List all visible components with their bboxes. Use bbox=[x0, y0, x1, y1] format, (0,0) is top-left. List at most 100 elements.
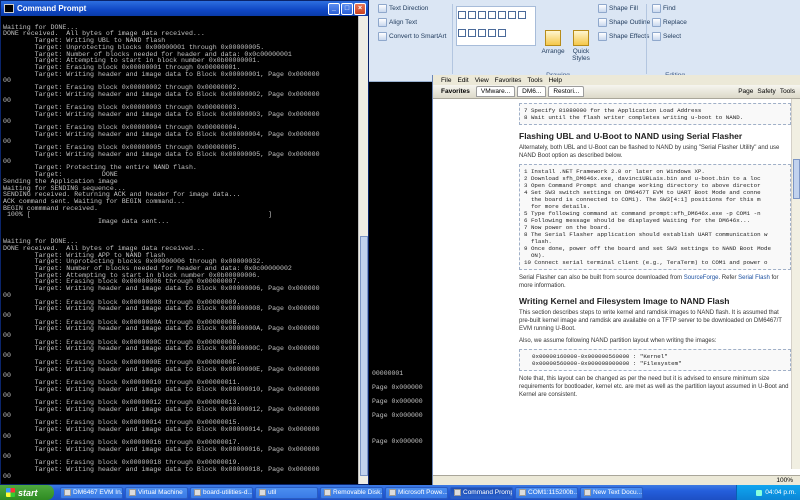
align-text-button[interactable]: Align Text bbox=[378, 18, 417, 27]
app-icon bbox=[389, 489, 396, 496]
shape-icon[interactable] bbox=[488, 11, 496, 19]
shape-icon[interactable] bbox=[458, 29, 466, 37]
system-tray: 04:04 p.m. bbox=[736, 485, 800, 500]
app-icon bbox=[584, 489, 591, 496]
arrange-button[interactable]: Arrange bbox=[540, 30, 566, 62]
binoculars-icon bbox=[652, 4, 661, 13]
taskbar-item[interactable]: Microsoft Powe... bbox=[385, 486, 448, 499]
safety-menu[interactable]: Safety bbox=[757, 88, 775, 95]
shape-effects-button[interactable]: Shape Effects bbox=[598, 32, 649, 41]
console-line: Target: Writing header and image data to… bbox=[3, 345, 320, 353]
select-button[interactable]: Select bbox=[652, 32, 681, 41]
menu-file[interactable]: File bbox=[441, 77, 451, 84]
browser-menu-bar: File Edit View Favorites Tools Help bbox=[433, 75, 800, 85]
serial-flash-link[interactable]: Serial Flash bbox=[738, 275, 770, 281]
shape-icon[interactable] bbox=[468, 11, 476, 19]
ribbon-separator bbox=[452, 4, 453, 74]
section-paragraph: This section describes steps to write ke… bbox=[519, 310, 782, 332]
shapes-gallery[interactable] bbox=[456, 6, 536, 46]
console-line: Target: Writing header and image data to… bbox=[3, 70, 320, 78]
bg-console-line: Page 0x000000 bbox=[372, 398, 423, 405]
taskbar-item[interactable]: COM1:115200b... bbox=[515, 486, 578, 499]
tray-icon[interactable] bbox=[756, 489, 763, 496]
shape-icon[interactable] bbox=[518, 11, 526, 19]
taskbar-item-label: DM6467 EVM In... bbox=[73, 489, 123, 496]
app-icon bbox=[519, 489, 526, 496]
shape-fill-button[interactable]: Shape Fill bbox=[598, 4, 638, 13]
taskbar-item[interactable]: Virtual Machine bbox=[125, 486, 188, 499]
taskbar-item[interactable]: Command Prompt bbox=[450, 486, 513, 499]
text-direction-button[interactable]: Text Direction bbox=[378, 4, 428, 13]
taskbar-item-label: New Text Docu... bbox=[593, 489, 643, 496]
scrollbar-thumb[interactable] bbox=[360, 236, 368, 476]
console-line: Target: Writing header and image data to… bbox=[3, 405, 320, 413]
taskbar-item[interactable]: util bbox=[255, 486, 318, 499]
sourceforge-link[interactable]: SourceForge bbox=[684, 275, 719, 281]
tab-vmware[interactable]: VMware... bbox=[475, 86, 516, 97]
menu-favorites[interactable]: Favorites bbox=[495, 77, 522, 84]
close-button[interactable]: × bbox=[354, 2, 366, 15]
shape-icon[interactable] bbox=[478, 11, 486, 19]
console-line: Target: Writing header and image data to… bbox=[3, 425, 320, 433]
window-controls: _ □ × bbox=[328, 2, 368, 15]
taskbar-item[interactable]: board-utilities-d... bbox=[190, 486, 253, 499]
console-line: Target: Writing header and image data to… bbox=[3, 385, 320, 393]
taskbar-item[interactable]: Removable Disk... bbox=[320, 486, 383, 499]
menu-help[interactable]: Help bbox=[549, 77, 562, 84]
find-button[interactable]: Find bbox=[652, 4, 676, 13]
browser-status-bar: 100% bbox=[433, 475, 800, 485]
quick-styles-icon bbox=[573, 30, 589, 46]
shape-effects-icon bbox=[598, 32, 607, 41]
shape-outline-button[interactable]: Shape Outline bbox=[598, 18, 650, 27]
shape-icon[interactable] bbox=[468, 29, 476, 37]
convert-smartart-button[interactable]: Convert to SmartArt bbox=[378, 32, 446, 41]
console-scrollbar[interactable] bbox=[358, 16, 368, 484]
browser-scrollbar[interactable] bbox=[791, 99, 800, 469]
taskbar-item-label: Command Prompt bbox=[463, 489, 513, 496]
command-prompt-titlebar[interactable]: Command Prompt _ □ × bbox=[1, 1, 368, 16]
shape-icon[interactable] bbox=[498, 11, 506, 19]
command-prompt-window: Command Prompt _ □ × Waiting for DONE...… bbox=[0, 0, 369, 485]
quick-styles-button[interactable]: Quick Styles bbox=[568, 30, 594, 62]
tab-dm6[interactable]: DM6... bbox=[517, 86, 547, 97]
section-paragraph: Serial Flasher can also be built from so… bbox=[519, 275, 779, 289]
taskbar-item[interactable]: DM6467 EVM In... bbox=[60, 486, 123, 499]
start-button[interactable]: start bbox=[0, 485, 54, 500]
section-paragraph: Note that, this layout can be changed as… bbox=[519, 376, 789, 398]
bg-console-line: Page 0x000000 bbox=[372, 438, 423, 445]
page-content: 7 Specify 81080000 for the Application L… bbox=[433, 99, 800, 479]
replace-icon bbox=[652, 18, 661, 27]
zoom-level[interactable]: 100% bbox=[776, 477, 793, 484]
bg-console-line: 00000001 bbox=[372, 370, 404, 377]
app-icon bbox=[324, 489, 331, 496]
powerpoint-ribbon: Text Direction Align Text Convert to Sma… bbox=[368, 0, 800, 82]
shape-icon[interactable] bbox=[498, 29, 506, 37]
console-output[interactable]: Waiting for DONE... DONE received. All by… bbox=[1, 16, 359, 484]
favorites-button[interactable]: Favorites bbox=[437, 87, 474, 96]
taskbar-item-label: board-utilities-d... bbox=[203, 489, 253, 496]
app-icon bbox=[194, 489, 201, 496]
maximize-button[interactable]: □ bbox=[341, 2, 353, 15]
menu-edit[interactable]: Edit bbox=[457, 77, 468, 84]
replace-button[interactable]: Replace bbox=[652, 18, 687, 27]
minimize-button[interactable]: _ bbox=[328, 2, 340, 15]
page-menu[interactable]: Page bbox=[738, 88, 753, 95]
shape-icon[interactable] bbox=[508, 11, 516, 19]
section-paragraph: Also, we assume following NAND partition… bbox=[519, 338, 717, 344]
scrollbar-thumb[interactable] bbox=[793, 159, 800, 199]
taskbar-item[interactable]: New Text Docu... bbox=[580, 486, 643, 499]
menu-tools[interactable]: Tools bbox=[527, 77, 542, 84]
bg-console-line: Page 0x000000 bbox=[372, 412, 423, 419]
shape-icon[interactable] bbox=[458, 11, 466, 19]
shape-icon[interactable] bbox=[478, 29, 486, 37]
code-block: 0x00000160000-0x000000560000 : "Kernel" … bbox=[519, 349, 791, 371]
section-paragraph: Alternately, both UBL and U-Boot can be … bbox=[519, 145, 780, 159]
shape-icon[interactable] bbox=[488, 29, 496, 37]
console-line: 00 bbox=[3, 472, 11, 480]
align-text-icon bbox=[378, 18, 387, 27]
menu-view[interactable]: View bbox=[475, 77, 489, 84]
tab-restoring[interactable]: Restori... bbox=[548, 86, 585, 97]
console-line: Target: Writing header and image data to… bbox=[3, 466, 320, 474]
tools-menu[interactable]: Tools bbox=[780, 88, 795, 95]
